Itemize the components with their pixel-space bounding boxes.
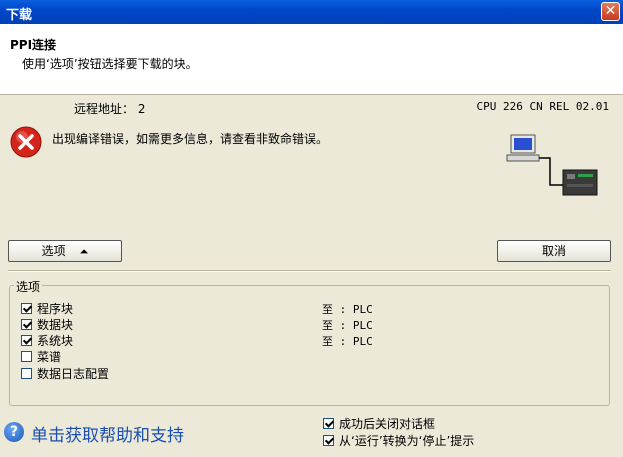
option-label: 从‘运行’转换为‘停止’提示 [339,434,475,448]
chevron-up-icon: ⏶ [79,245,89,258]
option-system-block[interactable]: 系统块 [21,332,73,348]
option-label: 系统块 [37,334,74,348]
option-target: 至 : PLC [322,335,373,348]
option-target: 至 : PLC [322,303,373,316]
close-after-success-option[interactable]: 成功后关闭对话框 [323,415,435,432]
cpu-version: CPU 226 CN REL 02.01 [476,100,609,113]
option-data-log-config[interactable]: 数据日志配置 [21,365,109,381]
options-button[interactable]: 选项 ⏶ [8,240,122,262]
checkbox[interactable] [21,319,32,330]
checkbox[interactable] [21,335,32,346]
divider [8,270,611,272]
header-panel: PPI连接 使用‘选项’按钮选择要下载的块。 [0,24,623,95]
checkbox[interactable] [21,368,32,379]
header-subtitle: 使用‘选项’按钮选择要下载的块。 [22,57,198,71]
help-link[interactable]: 单击获取帮助和支持 [31,421,184,446]
option-label: 成功后关闭对话框 [339,417,436,431]
options-group [9,285,610,406]
options-label: 选项 [41,244,66,258]
option-program-block[interactable]: 程序块 [21,300,73,316]
help-icon[interactable]: ? [4,422,24,442]
checkbox[interactable] [21,351,32,362]
error-icon [10,126,42,158]
checkbox[interactable] [323,435,334,446]
option-recipe[interactable]: 菜谱 [21,348,61,364]
header-title: PPI连接 [10,38,57,52]
error-message: 出现编译错误，如需更多信息，请查看非致命错误。 [52,132,329,146]
pc-plc-connection-icon [506,134,598,196]
option-label: 数据日志配置 [37,367,110,381]
option-label: 程序块 [37,302,74,316]
close-icon: ✕ [604,3,617,19]
option-target: 至 : PLC [322,319,373,332]
option-label: 菜谱 [37,350,62,364]
close-button[interactable]: ✕ [601,2,620,21]
checkbox[interactable] [323,418,334,429]
remote-address: 远程地址： 2 [74,102,146,116]
option-data-block[interactable]: 数据块 [21,316,73,332]
title-bar[interactable]: 下载 ✕ [0,0,623,24]
option-label: 数据块 [37,318,74,332]
options-group-label: 选项 [14,278,43,295]
download-dialog: 下载 ✕ PPI连接 使用‘选项’按钮选择要下载的块。 远程地址： 2 CPU … [0,0,623,457]
window-title: 下载 [6,8,33,23]
checkbox[interactable] [21,303,32,314]
run-to-stop-prompt-option[interactable]: 从‘运行’转换为‘停止’提示 [323,432,474,449]
cancel-button[interactable]: 取消 [497,240,611,262]
